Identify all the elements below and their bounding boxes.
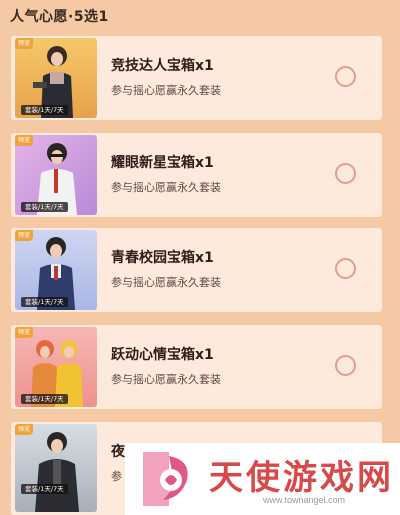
angel-logo-icon — [143, 452, 188, 506]
wish-item-card[interactable]: 预览 套装/1天/7天 耀眼新星宝箱x1 参与摇心愿赢永久套装 — [11, 133, 382, 217]
select-radio[interactable] — [335, 355, 356, 376]
item-name: 青春校园宝箱x1 — [111, 250, 214, 266]
item-preview-image[interactable]: 预览 套装/1天/7天 — [15, 424, 97, 512]
duration-label: 套装/1天/7天 — [21, 484, 68, 494]
item-description: 参与摇心愿赢永久套装 — [111, 84, 221, 97]
section-title: 人气心愿·5选1 — [10, 9, 109, 25]
watermark-url: www.townangel.com — [263, 495, 346, 505]
item-name: 跃动心情宝箱x1 — [111, 347, 214, 363]
select-radio[interactable] — [335, 258, 356, 279]
item-preview-image[interactable]: 预览 套装/1天/7天 — [15, 230, 97, 310]
preview-badge: 预览 — [15, 38, 33, 49]
item-description: 参与摇心愿赢永久套装 — [111, 181, 221, 194]
item-description: 参与摇心愿赢永久套装 — [111, 276, 221, 289]
watermark: 天使游戏网 www.townangel.com — [125, 443, 400, 515]
watermark-brand: 天使游戏网 — [209, 458, 394, 498]
wish-item-card[interactable]: 预览 套装/1天/7天 竞技达人宝箱x1 参与摇心愿赢永久套装 — [11, 36, 382, 120]
duration-label: 套装/1天/7天 — [21, 297, 68, 307]
select-radio[interactable] — [335, 163, 356, 184]
item-description: 参 — [111, 470, 122, 483]
wish-item-card[interactable]: 预览 套装/1天/7天 跃动心情宝箱x1 参与摇心愿赢永久套装 — [11, 325, 382, 409]
item-name: 竞技达人宝箱x1 — [111, 58, 214, 74]
item-preview-image[interactable]: 预览 套装/1天/7天 — [15, 38, 97, 118]
preview-badge: 预览 — [15, 230, 33, 241]
select-radio[interactable] — [335, 66, 356, 87]
item-name: 耀眼新星宝箱x1 — [111, 155, 214, 171]
duration-label: 套装/1天/7天 — [21, 105, 68, 115]
preview-badge: 预览 — [15, 424, 33, 435]
wish-item-card[interactable]: 预览 套装/1天/7天 青春校园宝箱x1 参与摇心愿赢永久套装 — [11, 228, 382, 312]
duration-label: 套装/1天/7天 — [21, 202, 68, 212]
item-description: 参与摇心愿赢永久套装 — [111, 373, 221, 386]
item-name: 夜 — [111, 444, 125, 460]
item-preview-image[interactable]: 预览 套装/1天/7天 — [15, 135, 97, 215]
item-preview-image[interactable]: 预览 套装/1天/7天 — [15, 327, 97, 407]
preview-badge: 预览 — [15, 327, 33, 338]
wish-list-page: 人气心愿·5选1 预览 套装/1天/7天 竞技达人宝箱x1 参与摇心愿赢永久套装 — [0, 0, 400, 515]
preview-badge: 预览 — [15, 135, 33, 146]
duration-label: 套装/1天/7天 — [21, 394, 68, 404]
